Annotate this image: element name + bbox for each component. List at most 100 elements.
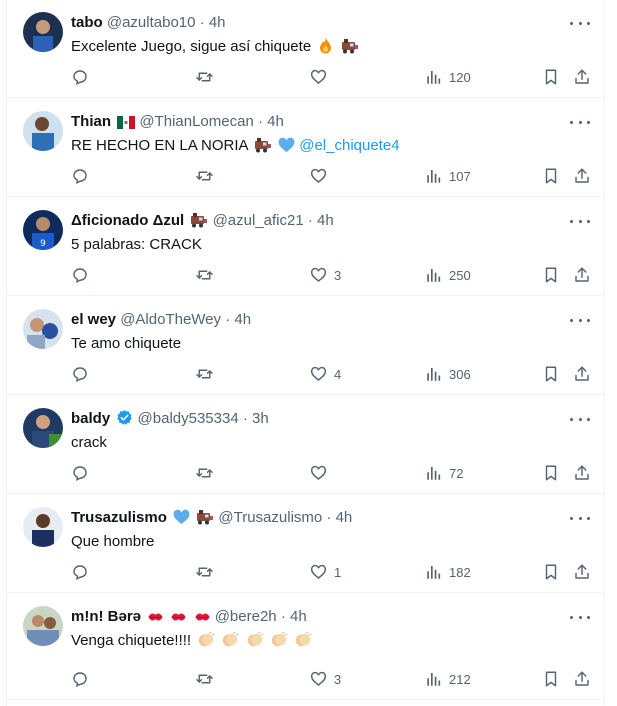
more-options-icon[interactable] [570, 313, 590, 327]
bookmark-button[interactable] [543, 363, 559, 385]
repost-button[interactable] [195, 66, 214, 88]
reply-item[interactable]: m!n! Bərə @bere2h · 4h Venga chiquete!!!… [7, 594, 604, 700]
reply-item[interactable]: Thian @ThianLomecan · 4h RE HECHO EN LA … [7, 99, 604, 197]
avatar[interactable] [23, 12, 63, 52]
bookmark-button[interactable] [543, 165, 559, 187]
like-button[interactable]: 1 [309, 561, 341, 583]
user-handle[interactable]: @ThianLomecan [139, 113, 253, 130]
reply-header: Trusazulismo @Trusazulismo · 4h [71, 508, 564, 528]
user-handle[interactable]: @Trusazulismo [218, 509, 322, 526]
bookmark-icon [545, 168, 557, 184]
user-handle[interactable]: @azultabo10 [107, 14, 196, 31]
timestamp[interactable]: 4h [290, 608, 307, 625]
display-name[interactable]: tabo [71, 14, 103, 31]
timestamp[interactable]: 4h [317, 212, 334, 229]
more-options-icon[interactable] [570, 610, 590, 624]
like-button[interactable]: 3 [309, 668, 341, 690]
reply-button[interactable] [71, 66, 89, 88]
reply-button[interactable] [71, 165, 89, 187]
repost-button[interactable] [195, 363, 214, 385]
share-button[interactable] [573, 66, 591, 88]
repost-button[interactable] [195, 264, 214, 286]
bookmark-button[interactable] [543, 668, 559, 690]
display-name[interactable]: m!n! Bərə [71, 608, 141, 625]
train-emoji-icon [254, 136, 272, 159]
display-name[interactable]: Thian [71, 113, 111, 130]
reply-icon [73, 70, 87, 85]
like-button[interactable] [309, 66, 334, 88]
timestamp[interactable]: 4h [336, 509, 353, 526]
share-button[interactable] [573, 264, 591, 286]
reply-button[interactable] [71, 462, 89, 484]
timestamp[interactable]: 4h [267, 113, 284, 130]
reply-item[interactable]: el wey @AldoTheWey · 4h Te amo chiquete … [7, 297, 604, 395]
mention-link[interactable]: @el_chiquete4 [299, 137, 399, 154]
reply-item[interactable]: baldy @baldy535334 · 3h crack 72 [7, 396, 604, 494]
display-name[interactable]: el wey [71, 311, 116, 328]
more-options-icon[interactable] [570, 16, 590, 30]
avatar[interactable] [23, 606, 63, 646]
avatar[interactable]: 9 [23, 210, 63, 250]
avatar[interactable] [23, 408, 63, 448]
reply-button[interactable] [71, 668, 89, 690]
views-button[interactable]: 72 [425, 462, 463, 484]
user-handle[interactable]: @bere2h [215, 608, 277, 625]
more-options-icon[interactable] [570, 412, 590, 426]
timestamp[interactable]: 3h [252, 410, 269, 427]
like-count: 3 [334, 671, 342, 687]
views-button[interactable]: 182 [425, 561, 471, 583]
avatar[interactable] [23, 507, 63, 547]
share-button[interactable] [573, 561, 591, 583]
repost-button[interactable] [195, 561, 214, 583]
user-handle[interactable]: @AldoTheWey [120, 311, 221, 328]
heart-icon [311, 564, 326, 579]
repost-button[interactable] [195, 668, 214, 690]
display-name[interactable]: Δficionado Δzul [71, 212, 184, 229]
bookmark-button[interactable] [543, 66, 559, 88]
user-handle[interactable]: @baldy535334 [138, 410, 239, 427]
user-handle[interactable]: @azul_afic21 [213, 212, 304, 229]
timestamp[interactable]: 4h [209, 14, 226, 31]
views-button[interactable]: 250 [425, 264, 471, 286]
timestamp[interactable]: 4h [234, 311, 251, 328]
repost-icon [196, 369, 213, 379]
reply-text: crack [71, 433, 588, 453]
display-name[interactable]: Trusazulismo [71, 509, 167, 526]
reply-item[interactable]: Trusazulismo @Trusazulismo · 4h Que homb… [7, 495, 604, 593]
reply-item[interactable]: tabo @azultabo10 · 4h Excelente Juego, s… [7, 0, 604, 98]
views-bar-chart-icon [427, 467, 441, 480]
avatar[interactable] [23, 111, 63, 151]
bookmark-button[interactable] [543, 264, 559, 286]
repost-button[interactable] [195, 462, 214, 484]
share-button[interactable] [573, 668, 591, 690]
svg-text:9: 9 [40, 239, 46, 249]
views-button[interactable]: 120 [425, 66, 471, 88]
display-name[interactable]: baldy [71, 410, 110, 427]
reply-button[interactable] [71, 264, 89, 286]
like-button[interactable]: 4 [309, 363, 341, 385]
like-button[interactable] [309, 462, 334, 484]
views-button[interactable]: 212 [425, 668, 471, 690]
reply-button[interactable] [71, 561, 89, 583]
blue-heart-emoji-icon [173, 509, 190, 528]
views-button[interactable]: 306 [425, 363, 471, 385]
more-options-icon[interactable] [570, 115, 590, 129]
share-button[interactable] [573, 462, 591, 484]
avatar[interactable] [23, 309, 63, 349]
bookmark-button[interactable] [543, 561, 559, 583]
bookmark-button[interactable] [543, 462, 559, 484]
repost-button[interactable] [195, 165, 214, 187]
share-button[interactable] [573, 165, 591, 187]
clapping-hands-emoji-icon [294, 631, 312, 654]
more-options-icon[interactable] [570, 511, 590, 525]
reply-item[interactable]: 9 Δficionado Δzul @azul_afic21 · 4h 5 pa… [7, 198, 604, 296]
more-options-icon[interactable] [570, 214, 590, 228]
like-button[interactable] [309, 165, 334, 187]
share-button[interactable] [573, 363, 591, 385]
like-button[interactable]: 3 [309, 264, 341, 286]
reply-text: Venga chiquete!!!! [71, 631, 588, 651]
views-button[interactable]: 107 [425, 165, 471, 187]
reply-button[interactable] [71, 363, 89, 385]
share-icon [575, 267, 589, 282]
kiss-mark-emoji-icon [147, 610, 164, 627]
